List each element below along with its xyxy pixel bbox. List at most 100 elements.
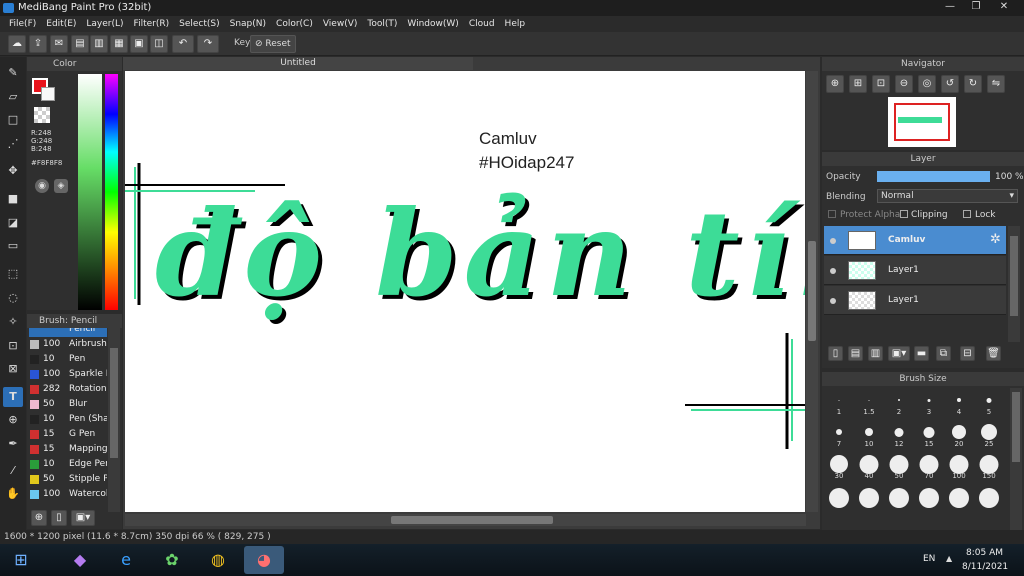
brush-size-option[interactable]: 12 [884,420,914,450]
brush-list-scrollbar[interactable] [108,328,120,512]
color-palette-icon[interactable]: ◈ [54,179,68,193]
cloud-icon[interactable]: ☁ [8,35,26,53]
gradient-tool-icon[interactable]: ▭ [3,236,23,256]
panel-icon[interactable]: ◫ [150,35,168,53]
lasso-tool-icon[interactable]: ◌ [3,288,23,308]
layer-row[interactable]: Layer1 [824,286,1006,315]
new-brush-icon[interactable]: ▯ [51,510,67,526]
new-halftone-layer-icon[interactable]: ▤ [848,346,863,361]
layer-row[interactable]: Camluv ✲ [824,226,1006,255]
brush-size-option[interactable]: 150 [974,452,1004,482]
dotted-brush-tool-icon[interactable]: ⋰ [3,134,23,154]
menu-color[interactable]: Color(C) [271,16,318,32]
grid-icon[interactable]: ▦ [110,35,128,53]
background-color-swatch[interactable] [41,87,55,101]
rotate-icon[interactable]: ◎ [918,75,936,93]
undo-icon[interactable]: ↶ [172,35,194,53]
brush-item[interactable]: 10 Edge Pen [29,457,107,472]
brush-item[interactable]: Pencil [29,328,107,337]
move-tool-icon[interactable]: ✥ [3,161,23,181]
scrollbar-thumb[interactable] [808,241,816,341]
dropper-tool-icon[interactable]: ⁄ [3,461,23,481]
canvas-horizontal-scrollbar[interactable] [125,514,806,526]
layer-list-scrollbar[interactable] [1008,226,1020,342]
page-icon[interactable]: ▥ [90,35,108,53]
internet-explorer-icon[interactable]: e [106,546,146,574]
zoom-out-icon[interactable]: ⊖ [895,75,913,93]
brush-size-option[interactable]: 7 [824,420,854,450]
menu-tool[interactable]: Tool(T) [362,16,402,32]
brush-size-option[interactable]: 30 [824,452,854,482]
fill-tool-icon[interactable]: ■ [3,189,23,209]
menu-edit[interactable]: Edit(E) [41,16,81,32]
brush-item[interactable]: 100 Airbrush [29,337,107,352]
medibang-taskbar-icon[interactable]: ◕ [244,546,284,574]
layer-row[interactable]: Layer1 [824,256,1006,285]
brush-size-option[interactable] [854,484,884,514]
new-layer-icon[interactable]: ▯ [828,346,843,361]
brush-size-option[interactable]: 3 [914,388,944,418]
brush-size-scrollbar[interactable] [1010,388,1022,530]
coccoc-icon[interactable]: ✿ [152,546,192,574]
brush-item[interactable]: 50 Stipple P [29,472,107,487]
bucket-tool-icon[interactable]: ◪ [3,213,23,233]
layer-options-icon[interactable]: ▣▾ [888,346,910,361]
zoom-in-icon[interactable]: ⊕ [826,75,844,93]
eraser-tool-icon[interactable]: ▱ [3,87,23,107]
document-icon[interactable]: ▤ [71,35,89,53]
clock-time[interactable]: 8:05 AM [966,548,1003,558]
brush-item[interactable]: 15 Mapping [29,442,107,457]
menu-layer[interactable]: Layer(L) [81,16,128,32]
hue-slider[interactable] [105,74,118,310]
brush-size-option[interactable]: 100 [944,452,974,482]
zoom-fit-icon[interactable]: ⊞ [849,75,867,93]
canvas-vertical-scrollbar[interactable] [806,71,818,512]
redo-icon[interactable]: ↷ [197,35,219,53]
brush-size-option[interactable]: 10 [854,420,884,450]
menu-filter[interactable]: Filter(R) [129,16,175,32]
reset-button[interactable]: ⊘ Reset [250,35,296,53]
navigator-thumbnail[interactable] [888,97,956,147]
maximize-button[interactable]: ❐ [964,0,988,14]
menu-view[interactable]: View(V) [318,16,363,32]
menu-select[interactable]: Select(S) [174,16,225,32]
brush-size-option[interactable]: 5 [974,388,1004,418]
brush-size-option[interactable]: 1 [824,388,854,418]
hand-tool-icon[interactable]: ✋ [3,484,23,504]
brush-item[interactable]: 100 Watercol [29,487,107,502]
scrollbar-thumb[interactable] [110,348,118,458]
brush-item[interactable]: 282 Rotation [29,382,107,397]
palette-icon[interactable]: ◉ [35,179,49,193]
new-8bit-layer-icon[interactable]: ▥ [868,346,883,361]
brush-size-option[interactable]: 20 [944,420,974,450]
minimize-button[interactable]: — [938,0,962,14]
merge-layer-icon[interactable]: ⊟ [960,346,975,361]
menu-file[interactable]: File(F) [4,16,41,32]
scrollbar-thumb[interactable] [1010,236,1018,316]
layout-icon[interactable]: ▣ [130,35,148,53]
brush-size-option[interactable]: 50 [884,452,914,482]
tray-chevron-icon[interactable]: ▲ [946,554,952,563]
lock-checkbox[interactable] [963,210,971,218]
brush-size-option[interactable]: 15 [914,420,944,450]
select-eraser-tool-icon[interactable]: ⊠ [3,359,23,379]
brush-item[interactable]: 100 Sparkle B [29,367,107,382]
brush-tool-icon[interactable]: ✎ [3,63,23,83]
brush-size-option[interactable]: 40 [854,452,884,482]
brush-size-option[interactable] [884,484,914,514]
start-button[interactable]: ⊞ [4,546,38,574]
gear-icon[interactable]: ✲ [990,232,1001,247]
brush-settings-icon[interactable]: ▣▾ [71,510,95,526]
menu-window[interactable]: Window(W) [402,16,463,32]
language-indicator[interactable]: EN [923,554,935,564]
brush-size-option[interactable] [974,484,1004,514]
brush-size-option[interactable]: 4 [944,388,974,418]
brush-size-option[interactable]: 1.5 [854,388,884,418]
brush-item[interactable]: 15 G Pen [29,427,107,442]
rotate-right-icon[interactable]: ↻ [964,75,982,93]
delete-layer-icon[interactable]: 🗑 [986,346,1001,361]
brush-item[interactable]: 10 Pen (Sha [29,412,107,427]
scrollbar-thumb[interactable] [391,516,553,524]
clock-date[interactable]: 8/11/2021 [962,562,1008,572]
brush-size-option[interactable] [914,484,944,514]
